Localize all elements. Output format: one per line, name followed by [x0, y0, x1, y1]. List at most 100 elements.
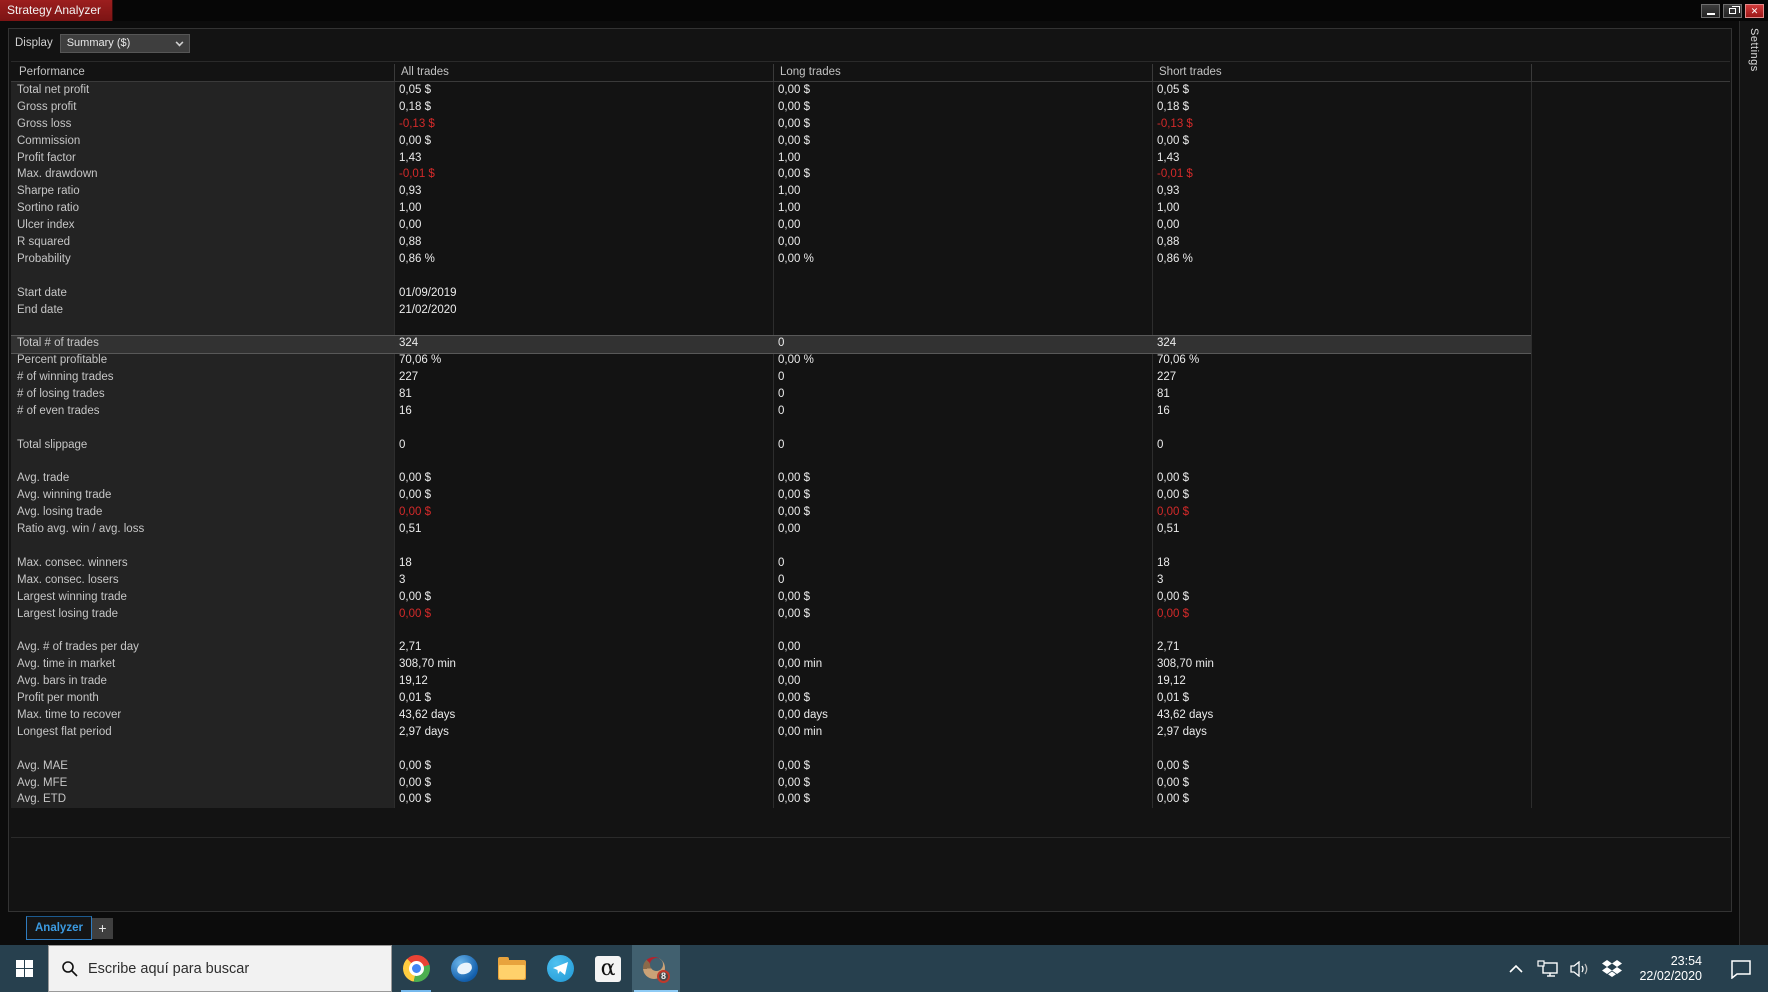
- table-row[interactable]: Avg. trade 0,00 $ 0,00 $ 0,00 $: [11, 470, 1730, 487]
- row-label: Avg. losing trade: [17, 506, 103, 519]
- window-title-tab[interactable]: Strategy Analyzer: [0, 0, 113, 21]
- spacer-row: [11, 741, 1730, 758]
- restore-button[interactable]: [1723, 4, 1742, 18]
- table-row[interactable]: # of even trades 16 0 16: [11, 403, 1730, 420]
- taskbar-app-telegram[interactable]: [536, 945, 584, 992]
- search-icon: [62, 961, 78, 977]
- taskbar-clock[interactable]: 23:54 22/02/2020: [1631, 954, 1710, 984]
- table-row[interactable]: Total slippage 0 0 0: [11, 437, 1730, 454]
- table-row[interactable]: Avg. losing trade 0,00 $ 0,00 $ 0,00 $: [11, 504, 1730, 521]
- table-row[interactable]: Avg. MAE 0,00 $ 0,00 $ 0,00 $: [11, 758, 1730, 775]
- row-value: 0,51: [1157, 523, 1180, 536]
- table-row[interactable]: Sharpe ratio 0,93 1,00 0,93: [11, 183, 1730, 200]
- minimize-icon: [1706, 13, 1715, 15]
- close-button[interactable]: ✕: [1745, 4, 1764, 18]
- row-value: 0,51: [399, 523, 422, 536]
- table-row[interactable]: Gross loss -0,13 $ 0,00 $ -0,13 $: [11, 116, 1730, 133]
- table-row[interactable]: Commission 0,00 $ 0,00 $ 0,00 $: [11, 133, 1730, 150]
- row-value: 16: [399, 404, 412, 417]
- row-value: 0,01 $: [399, 692, 431, 705]
- table-row[interactable]: Profit factor 1,43 1,00 1,43: [11, 150, 1730, 167]
- table-row[interactable]: Percent profitable 70,06 % 0,00 % 70,06 %: [11, 352, 1730, 369]
- start-button[interactable]: [0, 945, 48, 992]
- title-bar: Strategy Analyzer ✕: [0, 0, 1768, 21]
- table-row[interactable]: Avg. time in market 308,70 min 0,00 min 308…: [11, 656, 1730, 673]
- display-dropdown-value: Summary ($): [66, 36, 131, 49]
- row-value: 324: [399, 337, 419, 350]
- file-explorer-icon: [498, 956, 526, 980]
- clock-time: 23:54: [1670, 953, 1702, 968]
- row-label: R squared: [17, 236, 71, 249]
- row-value: 308,70 min: [399, 658, 456, 671]
- taskbar-app-file-explorer[interactable]: [488, 945, 536, 992]
- column-header-long-trades[interactable]: Long trades: [780, 62, 841, 82]
- table-row[interactable]: Longest flat period 2,97 days 0,00 min 2,97…: [11, 724, 1730, 741]
- row-label: Avg. trade: [17, 472, 70, 485]
- table-row[interactable]: Avg. # of trades per day 2,71 0,00 2,71: [11, 639, 1730, 656]
- network-icon[interactable]: [1535, 954, 1561, 984]
- row-value: 3: [399, 573, 406, 586]
- thunderbird-icon: [450, 955, 478, 982]
- clock-date: 22/02/2020: [1639, 968, 1702, 983]
- table-row[interactable]: Max. time to recover 43,62 days 0,00 days 4…: [11, 707, 1730, 724]
- table-row[interactable]: Max. consec. losers 3 0 3: [11, 572, 1730, 589]
- table-row[interactable]: Avg. ETD 0,00 $ 0,00 $ 0,00 $: [11, 791, 1730, 808]
- table-row[interactable]: Total net profit 0,05 $ 0,00 $ 0,05 $: [11, 82, 1730, 99]
- performance-grid: Total net profit 0,05 $ 0,00 $ 0,05 $ Gross …: [11, 82, 1730, 809]
- table-row[interactable]: Largest winning trade 0,00 $ 0,00 $ 0,00 $: [11, 589, 1730, 606]
- row-value: 18: [399, 556, 412, 569]
- row-label: Profit factor: [17, 151, 76, 164]
- table-row[interactable]: Gross profit 0,18 $ 0,00 $ 0,18 $: [11, 99, 1730, 116]
- tab-analyzer[interactable]: Analyzer: [26, 916, 92, 940]
- table-row[interactable]: Total # of trades 324 0 324: [11, 335, 1730, 355]
- column-header-performance[interactable]: Performance: [19, 62, 85, 82]
- column-header-short-trades[interactable]: Short trades: [1159, 62, 1222, 82]
- row-value: [773, 285, 1152, 302]
- table-row[interactable]: Avg. winning trade 0,00 $ 0,00 $ 0,00 $: [11, 487, 1730, 504]
- row-value: 0: [778, 556, 785, 569]
- table-row[interactable]: # of losing trades 81 0 81: [11, 386, 1730, 403]
- table-row[interactable]: Start date 01/09/2019: [11, 285, 1730, 302]
- spacer-row: [11, 538, 1730, 555]
- spacer-row: [11, 420, 1730, 437]
- table-row[interactable]: Max. consec. winners 18 0 18: [11, 555, 1730, 572]
- display-dropdown[interactable]: Summary ($): [59, 33, 190, 53]
- table-row[interactable]: Max. drawdown -0,01 $ 0,00 $ -0,01 $: [11, 166, 1730, 183]
- volume-icon[interactable]: [1567, 954, 1593, 984]
- taskbar-app-thunderbird[interactable]: [440, 945, 488, 992]
- row-value: 0,00 $: [399, 134, 431, 147]
- dropbox-icon[interactable]: [1599, 954, 1625, 984]
- add-tab-button[interactable]: +: [92, 918, 113, 939]
- telegram-icon: [546, 955, 574, 982]
- table-row[interactable]: Probability 0,86 % 0,00 % 0,86 %: [11, 251, 1730, 268]
- tray-chevron-up-icon[interactable]: [1503, 954, 1529, 984]
- table-row[interactable]: Ulcer index 0,00 0,00 0,00: [11, 217, 1730, 234]
- action-center-button[interactable]: [1724, 954, 1758, 984]
- row-value: -0,01 $: [1157, 168, 1193, 181]
- table-row[interactable]: R squared 0,88 0,00 0,88: [11, 234, 1730, 251]
- taskbar-app-chrome[interactable]: [392, 945, 440, 992]
- table-row[interactable]: Avg. bars in trade 19,12 0,00 19,12: [11, 673, 1730, 690]
- row-value: 70,06 %: [1157, 354, 1200, 367]
- row-label: # of losing trades: [17, 388, 105, 401]
- row-label: Max. drawdown: [17, 168, 98, 181]
- alpha-app-icon: α: [595, 955, 621, 982]
- table-row[interactable]: Sortino ratio 1,00 1,00 1,00: [11, 200, 1730, 217]
- table-row[interactable]: Avg. MFE 0,00 $ 0,00 $ 0,00 $: [11, 775, 1730, 792]
- row-value: 1,43: [399, 151, 422, 164]
- row-label: Profit per month: [17, 692, 99, 705]
- row-value: 19,12: [399, 675, 428, 688]
- table-row[interactable]: Largest losing trade 0,00 $ 0,00 $ 0,00 $: [11, 606, 1730, 623]
- search-input[interactable]: [88, 960, 368, 977]
- row-value: 0: [778, 573, 785, 586]
- table-row[interactable]: # of winning trades 227 0 227: [11, 369, 1730, 386]
- settings-side-tab[interactable]: Settings: [1739, 21, 1768, 945]
- column-header-all-trades[interactable]: All trades: [401, 62, 449, 82]
- minimize-button[interactable]: [1701, 4, 1720, 18]
- table-row[interactable]: End date 21/02/2020: [11, 302, 1730, 319]
- taskbar-app-alpha-app[interactable]: α: [584, 945, 632, 992]
- taskbar-search[interactable]: [48, 945, 392, 992]
- table-row[interactable]: Profit per month 0,01 $ 0,00 $ 0,01 $: [11, 690, 1730, 707]
- table-row[interactable]: Ratio avg. win / avg. loss 0,51 0,00 0,51: [11, 521, 1730, 538]
- taskbar-app-ninjatrader[interactable]: 8: [632, 945, 680, 992]
